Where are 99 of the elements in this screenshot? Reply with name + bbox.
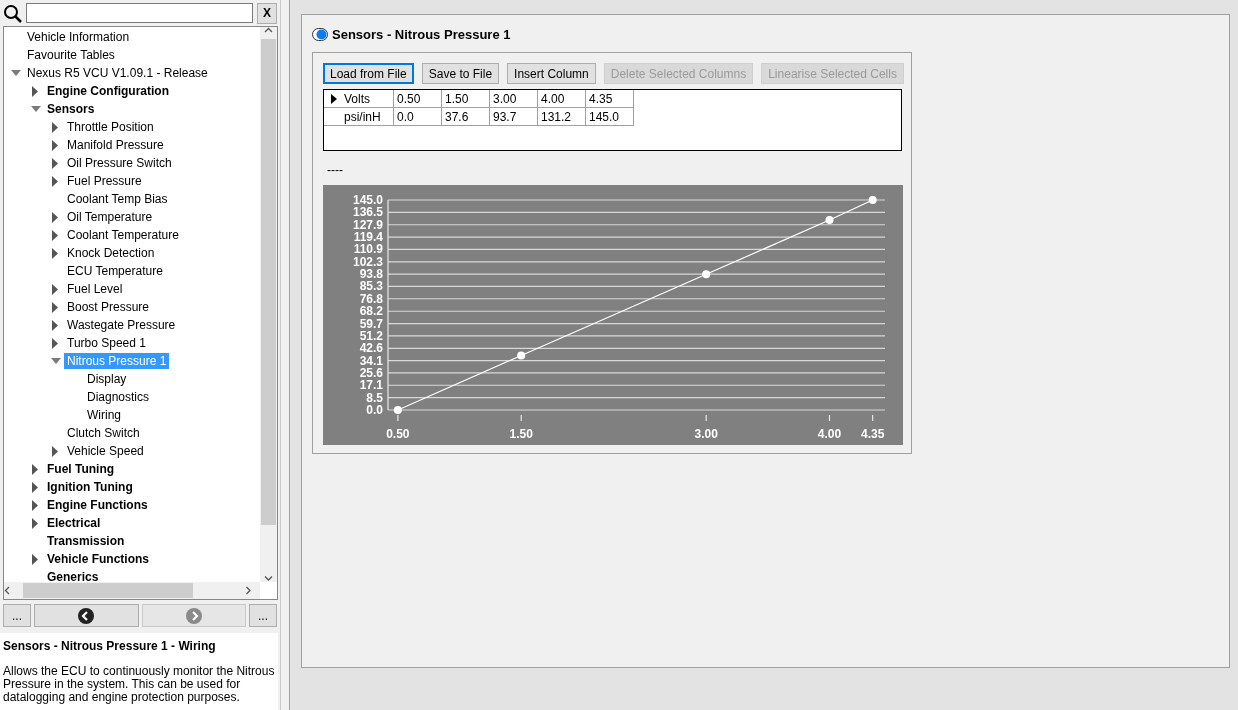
y-tick-label: 51.2: [359, 328, 383, 343]
tree-item[interactable]: Engine Configuration: [44, 83, 172, 99]
y-tick-label: 59.7: [359, 316, 383, 331]
tree-item[interactable]: Transmission: [44, 533, 128, 549]
tree-item[interactable]: Vehicle Information: [24, 29, 133, 45]
y-tick-label: 145.0: [352, 193, 383, 207]
x-tick-label: 4.35: [861, 427, 885, 441]
toolbar-button[interactable]: Save to File: [421, 63, 500, 84]
tree-item[interactable]: Coolant Temperature: [64, 227, 182, 243]
table-cell[interactable]: 0.0: [394, 108, 442, 126]
x-tick-mark: [520, 414, 522, 422]
x-tick-label: 1.50: [509, 427, 533, 441]
table-cell[interactable]: 4.00: [538, 90, 586, 108]
clear-search-button[interactable]: X: [257, 2, 277, 24]
toolbar-button[interactable]: Load from File: [323, 63, 414, 84]
tree-item[interactable]: Display: [84, 371, 130, 387]
search-field[interactable]: [26, 3, 253, 23]
y-tick-label: 110.9: [353, 242, 383, 257]
table-cell[interactable]: 3.00: [490, 90, 538, 108]
tree-item[interactable]: Manifold Pressure: [64, 137, 167, 153]
x-tick-label: 0.50: [386, 427, 410, 441]
more-button[interactable]: ...: [249, 604, 277, 627]
data-point: [702, 270, 711, 279]
data-point: [825, 216, 834, 224]
tree-item[interactable]: Knock Detection: [64, 245, 158, 261]
table-cell[interactable]: 4.35: [586, 90, 634, 108]
tree-item[interactable]: Oil Temperature: [64, 209, 156, 225]
panel-splitter[interactable]: [280, 0, 290, 710]
x-tick-mark: [705, 414, 707, 422]
search-icon: [3, 3, 22, 23]
toggle-icon: [312, 28, 328, 41]
y-tick-label: 25.6: [359, 365, 383, 380]
row-header: Volts: [344, 91, 370, 106]
x-tick-mark: [828, 414, 831, 422]
help-text: Allows the ECU to continuously monitor the Nitrous Pressure in the system. This can be used for datalogging and engine protection purposes.: [3, 665, 275, 704]
toolbar-button[interactable]: Insert Column: [507, 63, 596, 84]
tree-item[interactable]: Vehicle Functions: [44, 551, 153, 567]
table-cell[interactable]: 93.7: [490, 108, 538, 126]
y-tick-label: 68.2: [359, 304, 383, 319]
tree-item[interactable]: Sensors: [44, 101, 98, 117]
table-cell[interactable]: 131.2: [538, 108, 586, 126]
current-row-icon: [331, 93, 337, 104]
tree-item[interactable]: Favourite Tables: [24, 47, 118, 63]
y-tick-label: 85.3: [359, 279, 383, 294]
tree-item[interactable]: Engine Functions: [44, 497, 151, 513]
y-tick-label: 17.1: [359, 378, 383, 393]
tree-item[interactable]: Diagnostics: [84, 389, 153, 405]
row-header-cell[interactable]: Volts: [324, 90, 394, 108]
tree-item[interactable]: Fuel Pressure: [64, 173, 145, 189]
table-cell[interactable]: 37.6: [442, 108, 490, 126]
tree-item[interactable]: Nexus R5 VCU V1.09.1 - Release: [24, 65, 211, 81]
scroll-right-icon: [245, 586, 252, 595]
x-tick-label: 4.00: [817, 427, 842, 441]
x-tick-mark: [397, 414, 399, 422]
tree-item[interactable]: Coolant Temp Bias: [64, 191, 171, 207]
y-tick-label: 119.4: [353, 230, 383, 245]
scroll-left-icon: [4, 586, 11, 595]
y-tick-label: 34.1: [359, 353, 383, 368]
tree-item[interactable]: Fuel Tuning: [44, 461, 118, 477]
table-cell[interactable]: 0.50: [394, 90, 442, 108]
y-tick-label: 8.5: [366, 390, 383, 405]
tree-item[interactable]: Clutch Switch: [64, 425, 143, 441]
panel-title: Sensors - Nitrous Pressure 1: [332, 27, 511, 42]
vertical-scrollbar[interactable]: [260, 27, 277, 582]
tree-item[interactable]: Oil Pressure Switch: [64, 155, 175, 171]
y-tick-label: 93.8: [359, 267, 383, 282]
scroll-down-icon: [264, 575, 273, 582]
tree-item[interactable]: Boost Pressure: [64, 299, 153, 315]
y-tick-label: 127.9: [352, 217, 383, 232]
back-button[interactable]: [34, 604, 139, 627]
table-cell[interactable]: 145.0: [586, 108, 634, 126]
note-text: ----: [327, 163, 344, 177]
row-header: psi/inH: [344, 109, 381, 124]
tree-item[interactable]: Wiring: [84, 407, 124, 423]
data-point: [517, 351, 526, 360]
tree-item[interactable]: Turbo Speed 1: [64, 335, 149, 351]
tree-item[interactable]: Throttle Position: [64, 119, 157, 135]
more-button[interactable]: ...: [3, 604, 31, 627]
data-point: [393, 406, 402, 414]
y-tick-label: 76.8: [359, 291, 383, 306]
tree-item[interactable]: Wastegate Pressure: [64, 317, 179, 333]
tree-item[interactable]: Ignition Tuning: [44, 479, 136, 495]
x-tick-label: 3.00: [694, 427, 718, 441]
tree-item[interactable]: Fuel Level: [64, 281, 126, 297]
tree-item[interactable]: Electrical: [44, 515, 104, 531]
tree-item[interactable]: Vehicle Speed: [64, 443, 147, 459]
y-tick-label: 0.0: [366, 403, 383, 417]
row-header-cell[interactable]: psi/inH: [324, 108, 394, 126]
scroll-up-icon: [264, 27, 273, 34]
horizontal-scrollbar[interactable]: [4, 582, 260, 599]
y-tick-label: 136.5: [352, 205, 383, 220]
data-point: [868, 196, 877, 204]
tree-item[interactable]: Generics: [44, 569, 102, 582]
table-cell[interactable]: 1.50: [442, 90, 490, 108]
y-tick-label: 42.6: [359, 341, 383, 356]
y-tick-label: 102.3: [352, 254, 383, 269]
x-tick-mark: [872, 414, 874, 422]
help-title: Sensors - Nitrous Pressure 1 - Wiring: [3, 639, 217, 653]
tree-item[interactable]: ECU Temperature: [64, 263, 166, 279]
